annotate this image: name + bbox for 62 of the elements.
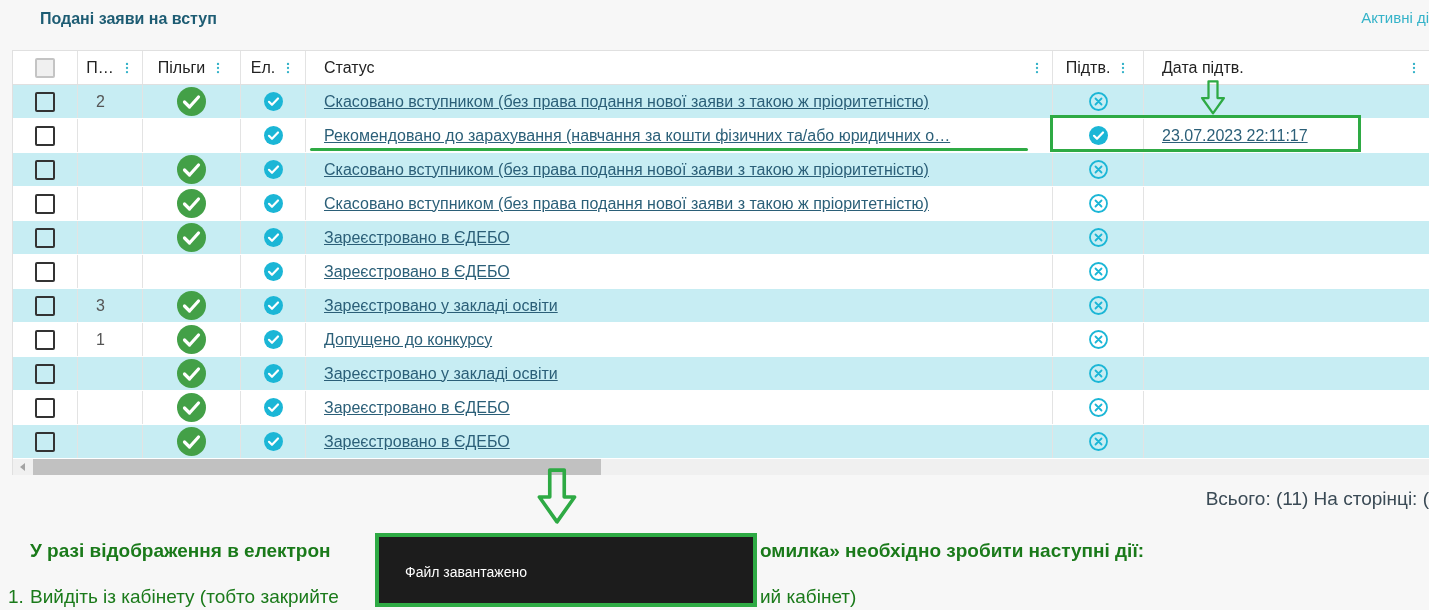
status-link[interactable]: Зареєстровано в ЄДЕБО (324, 429, 510, 454)
priority-number: 2 (96, 91, 105, 112)
checkbox[interactable] (35, 193, 55, 214)
check-circle-icon (263, 228, 283, 247)
check-circle-icon (263, 126, 283, 145)
checkbox[interactable] (35, 295, 55, 316)
cross-circle-icon (1088, 160, 1108, 179)
horizontal-scrollbar[interactable] (13, 459, 1429, 475)
status-link[interactable]: Рекомендовано до зарахування (навчання за кошти фізичних та/або юридичних о… (324, 123, 951, 148)
status-link[interactable]: Зареєстровано у закладі освіти (324, 361, 558, 386)
cross-circle-icon (1088, 296, 1108, 315)
cross-circle-icon (1088, 262, 1108, 281)
check-circle-icon (263, 364, 283, 383)
cross-circle-icon (1088, 330, 1108, 349)
priority-number: 1 (96, 329, 105, 350)
status-link[interactable]: Зареєстровано в ЄДЕБО (324, 395, 510, 420)
cross-circle-icon (1088, 194, 1108, 213)
priority-number: 3 (96, 295, 105, 316)
check-circle-icon (263, 432, 283, 451)
column-header[interactable]: Дата підтв. (1162, 55, 1244, 80)
cross-circle-icon (1088, 228, 1108, 247)
checkbox[interactable] (35, 363, 55, 384)
cross-circle-icon (1088, 398, 1108, 417)
column-header[interactable]: П… (86, 55, 114, 80)
pagination-summary: Всього: (11) На сторінці: ( (1205, 486, 1429, 511)
status-link[interactable]: Зареєстровано у закладі освіти (324, 293, 558, 318)
checkbox[interactable] (35, 227, 55, 248)
instruction-text: Вийдіть із кабінету (тобто закрийте (30, 584, 340, 609)
check-circle-icon (1088, 126, 1108, 145)
column-header[interactable]: Статус (324, 55, 375, 80)
checkbox[interactable] (35, 159, 55, 180)
cross-circle-icon (1088, 432, 1108, 451)
cross-circle-icon (1088, 92, 1108, 111)
cross-circle-icon (1088, 364, 1108, 383)
instruction-text: ий кабінет) (760, 584, 857, 609)
check-circle-icon (263, 160, 283, 179)
check-circle-icon (263, 330, 283, 349)
list-number: 1. (8, 584, 25, 609)
check-circle-icon (263, 92, 283, 111)
column-header[interactable]: Пільги (157, 55, 206, 80)
check-circle-icon (263, 194, 283, 213)
checkbox[interactable] (35, 125, 55, 146)
checkbox[interactable] (35, 431, 55, 452)
check-circle-icon (263, 262, 283, 281)
status-link[interactable]: Скасовано вступником (без права подання нової заяви з такою ж пріоритетністю) (324, 89, 929, 114)
status-link[interactable]: Скасовано вступником (без права подання нової заяви з такою ж пріоритетністю) (324, 191, 929, 216)
column-header[interactable]: Підтв. (1065, 55, 1111, 80)
check-circle-icon (263, 398, 283, 417)
status-link[interactable]: Зареєстровано в ЄДЕБО (324, 225, 510, 250)
checkbox[interactable] (35, 397, 55, 418)
status-link[interactable]: Допущено до конкурсу (324, 327, 493, 352)
toast-message: Файл завантажено (405, 562, 528, 582)
checkbox[interactable] (35, 91, 55, 112)
confirmation-date-link[interactable]: 23.07.2023 22:11:17 (1162, 123, 1308, 148)
section-title: Подані заяви на вступ (40, 9, 217, 29)
checkbox[interactable] (35, 329, 55, 350)
notice-heading: У разі відображення в електрон (30, 539, 332, 563)
column-header[interactable]: Ел. (250, 55, 276, 80)
check-circle-icon (263, 296, 283, 315)
checkbox[interactable] (35, 261, 55, 282)
status-link[interactable]: Зареєстровано в ЄДЕБО (324, 259, 510, 284)
notice-heading: омилка» необхідно зробити наступні дії: (760, 539, 1145, 563)
